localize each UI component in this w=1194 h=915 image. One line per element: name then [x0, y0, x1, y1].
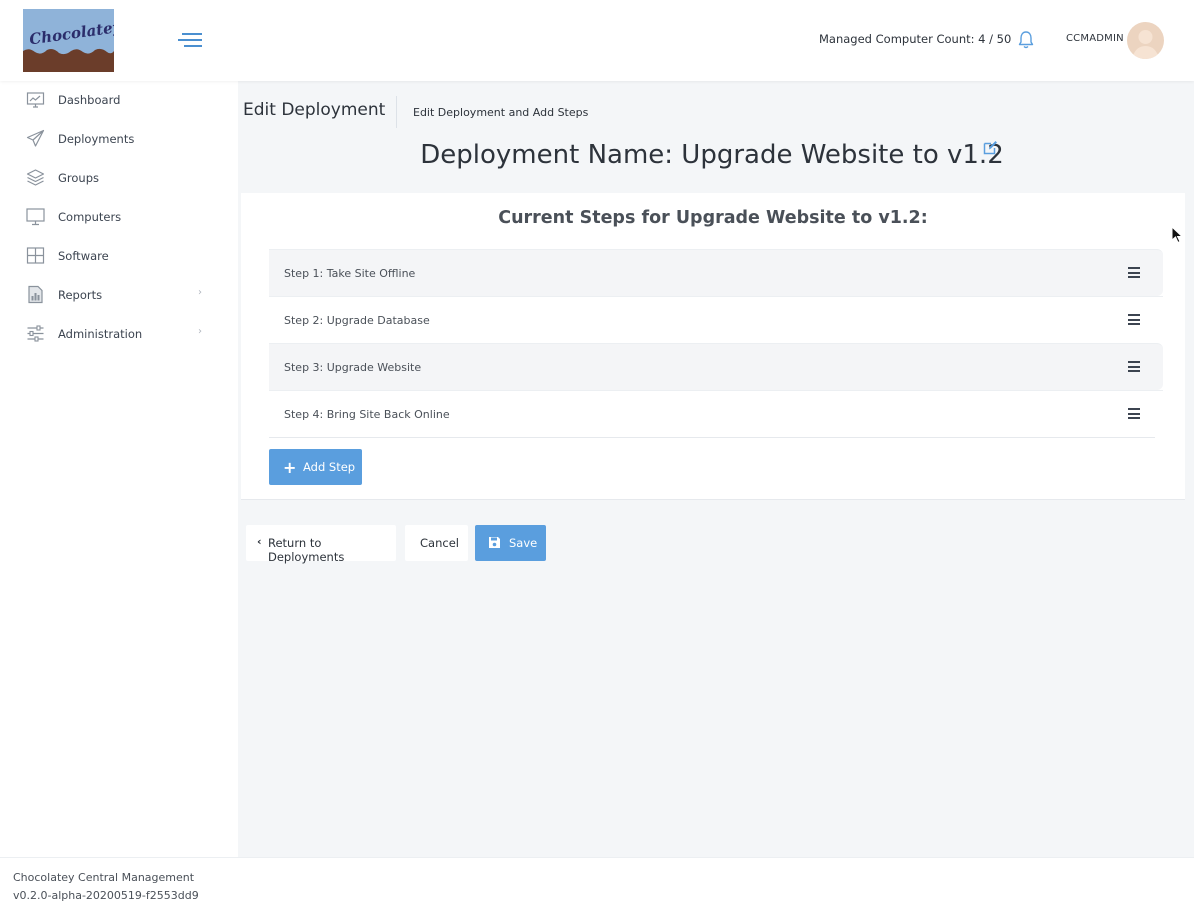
title-divider — [396, 96, 397, 128]
plus-icon: + — [283, 458, 297, 477]
drag-handle-icon[interactable] — [1128, 314, 1140, 325]
page-title: Edit Deployment — [243, 100, 386, 120]
sidebar-item-label: Administration — [58, 327, 143, 341]
footer: Chocolatey Central Management v0.2.0-alp… — [0, 857, 1194, 915]
bell-icon[interactable] — [1016, 30, 1036, 50]
footer-version: v0.2.0-alpha-20200519-f2553dd9 — [13, 889, 199, 902]
chevron-right-icon: › — [198, 287, 202, 298]
username-label[interactable]: CCMADMIN — [1066, 33, 1124, 44]
return-label: Return to Deployments — [268, 536, 345, 564]
add-step-button[interactable]: + Add Step — [269, 449, 362, 485]
sidebar-item-label: Reports — [58, 288, 103, 302]
return-to-deployments-button[interactable]: ‹ Return to Deployments — [246, 525, 396, 564]
sidebar-item-reports[interactable]: Reports › — [0, 276, 238, 315]
sidebar-item-computers[interactable]: Computers — [0, 198, 238, 237]
top-header: Chocolatey Managed Computer Count: 4 / 5… — [0, 0, 1194, 81]
sidebar-item-label: Groups — [58, 171, 100, 185]
sidebar-item-dashboard[interactable]: Dashboard — [0, 81, 238, 120]
sidebar-item-label: Software — [58, 249, 109, 263]
steps-title: Current Steps for Upgrade Website to v1.… — [498, 208, 928, 228]
sidebar-item-label: Computers — [58, 210, 122, 224]
save-label: Save — [509, 536, 538, 550]
footer-app-name: Chocolatey Central Management — [13, 871, 195, 884]
sidebar-item-software[interactable]: Software — [0, 237, 238, 276]
sidebar: Dashboard Deployments Groups Computers S… — [0, 81, 238, 857]
layers-icon — [26, 169, 45, 186]
drag-handle-icon[interactable] — [1128, 408, 1140, 419]
sidebar-item-label: Dashboard — [58, 93, 121, 107]
dashboard-icon — [26, 92, 45, 108]
logo-wordmark: Chocolatey — [28, 17, 114, 49]
step-label: Step 4: Bring Site Back Online — [284, 408, 450, 421]
monitor-icon — [26, 208, 45, 226]
edit-icon[interactable] — [983, 140, 998, 155]
step-row[interactable]: Step 4: Bring Site Back Online — [269, 390, 1163, 437]
breadcrumb: Edit Deployment and Add Steps — [413, 106, 589, 119]
step-label: Step 2: Upgrade Database — [284, 314, 430, 327]
steps-divider — [269, 437, 1155, 438]
add-step-label: Add Step — [303, 460, 356, 474]
step-row[interactable]: Step 1: Take Site Offline — [269, 249, 1163, 296]
cancel-button[interactable]: Cancel — [405, 525, 468, 561]
sliders-icon — [27, 325, 44, 342]
drag-handle-icon[interactable] — [1128, 267, 1140, 278]
report-icon — [28, 285, 43, 304]
chevron-left-icon: ‹ — [257, 535, 262, 548]
grid-icon — [26, 247, 45, 264]
step-row[interactable]: Step 3: Upgrade Website — [269, 343, 1163, 390]
step-label: Step 3: Upgrade Website — [284, 361, 422, 374]
cancel-label: Cancel — [420, 536, 459, 550]
managed-computer-count: Managed Computer Count: 4 / 50 — [819, 32, 1012, 46]
sidebar-item-administration[interactable]: Administration › — [0, 315, 238, 354]
steps-card: Current Steps for Upgrade Website to v1.… — [241, 193, 1185, 500]
chevron-right-icon: › — [198, 326, 202, 337]
floppy-disk-icon — [489, 537, 500, 548]
drag-handle-icon[interactable] — [1128, 361, 1140, 372]
user-avatar-icon — [1132, 30, 1159, 59]
step-row[interactable]: Step 2: Upgrade Database — [269, 296, 1163, 343]
save-button[interactable]: Save — [475, 525, 546, 561]
mouse-cursor-icon — [1171, 226, 1183, 244]
deployment-name-heading: Deployment Name: Upgrade Website to v1.2 — [420, 140, 1004, 170]
logo-drips-graphic — [23, 48, 114, 57]
avatar[interactable] — [1127, 22, 1164, 59]
chocolatey-logo[interactable]: Chocolatey — [23, 9, 114, 72]
step-label: Step 1: Take Site Offline — [284, 267, 416, 280]
menu-toggle-icon[interactable] — [178, 31, 204, 49]
